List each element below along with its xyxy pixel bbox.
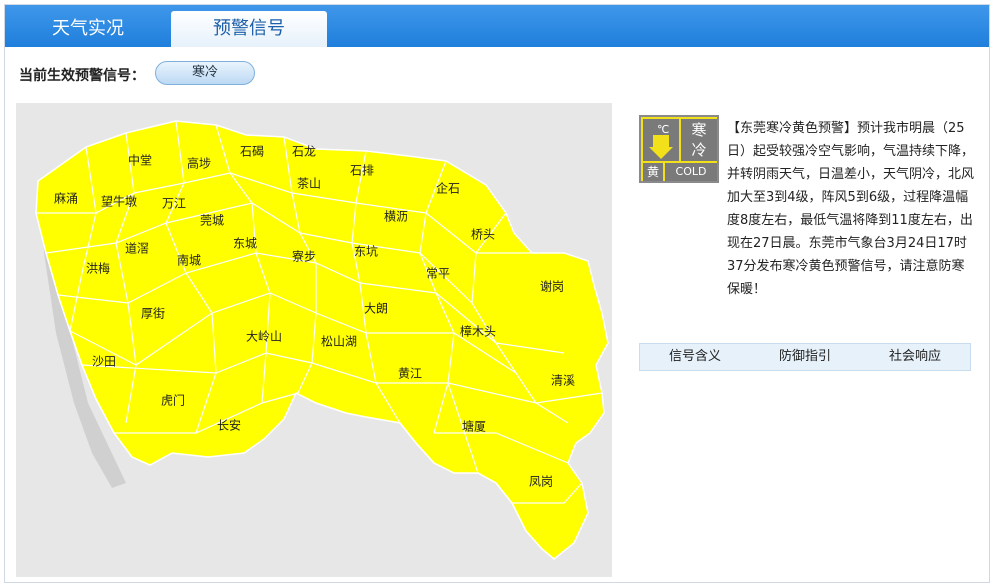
town-label[interactable]: 望牛墩 — [101, 193, 137, 210]
tab-warning-signal[interactable]: 预警信号 — [171, 11, 327, 47]
town-label[interactable]: 道滘 — [125, 240, 149, 257]
town-label[interactable]: 洪梅 — [86, 260, 110, 277]
warning-page: 天气实况 预警信号 当前生效预警信号： 寒冷 中堂 高埗 石碣 石龙 石排 麻涌… — [4, 4, 990, 583]
town-label[interactable]: 大朗 — [364, 300, 388, 317]
town-label[interactable]: 石龙 — [292, 143, 316, 160]
town-label[interactable]: 凤岗 — [529, 473, 553, 490]
town-label[interactable]: 东城 — [233, 235, 257, 252]
town-label[interactable]: 企石 — [436, 180, 460, 197]
town-label[interactable]: 厚街 — [141, 305, 165, 322]
yellow-level-label: 黄 — [643, 163, 663, 181]
thermometer-icon: ℃ — [643, 119, 679, 161]
town-label[interactable]: 谢岗 — [540, 278, 564, 295]
tab-bar: 天气实况 预警信号 — [5, 5, 989, 47]
town-label[interactable]: 黄江 — [398, 365, 422, 382]
town-label[interactable]: 茶山 — [297, 175, 321, 192]
tab-defense-guide[interactable]: 防御指引 — [750, 344, 860, 370]
town-label[interactable]: 寮步 — [292, 248, 316, 265]
svg-text:℃: ℃ — [657, 123, 669, 136]
tab-weather-live[interactable]: 天气实况 — [5, 11, 171, 47]
town-label[interactable]: 莞城 — [200, 212, 224, 229]
tab-signal-meaning[interactable]: 信号含义 — [640, 344, 750, 370]
town-label[interactable]: 清溪 — [551, 372, 575, 389]
town-label[interactable]: 沙田 — [92, 353, 116, 370]
town-label[interactable]: 塘厦 — [462, 418, 486, 435]
current-signal-label: 当前生效预警信号： — [19, 68, 145, 84]
map-panel: 中堂 高埗 石碣 石龙石排麻涌 望牛墩 万江 茶山 企石莞城 横沥道滘 东城洪梅 南城 寮步 东坑 桥头常… — [16, 103, 612, 577]
town-label[interactable]: 中堂 — [128, 152, 152, 169]
signal-cold-button[interactable]: 寒冷 — [155, 61, 255, 85]
town-label[interactable]: 松山湖 — [321, 333, 357, 350]
warning-description: 【东莞寒冷黄色预警】预计我市明晨（25日）起受较强冷空气影响，气温持续下降，并转… — [727, 121, 975, 297]
town-label[interactable]: 常平 — [426, 265, 450, 282]
town-label[interactable]: 麻涌 — [54, 190, 78, 207]
town-label[interactable]: 石排 — [350, 162, 374, 179]
town-label[interactable]: 樟木头 — [460, 323, 496, 340]
cold-en-label: COLD — [665, 163, 717, 181]
town-label[interactable]: 虎门 — [161, 392, 185, 409]
town-label[interactable]: 长安 — [217, 417, 241, 434]
tab-social-response[interactable]: 社会响应 — [860, 344, 970, 370]
town-label[interactable]: 横沥 — [384, 208, 408, 225]
info-tabs: 信号含义 防御指引 社会响应 — [639, 343, 971, 371]
cold-warning-icon: ℃ 寒冷 黄 COLD — [639, 115, 719, 183]
town-label[interactable]: 高埗 — [187, 155, 211, 172]
town-label[interactable]: 南城 — [177, 252, 201, 269]
town-label[interactable]: 大岭山 — [246, 328, 282, 345]
cold-char-label: 寒冷 — [681, 119, 717, 161]
town-label[interactable]: 桥头 — [471, 226, 495, 243]
town-label[interactable]: 东坑 — [354, 243, 378, 260]
town-label[interactable]: 万江 — [162, 195, 186, 212]
town-label[interactable]: 石碣 — [240, 143, 264, 160]
